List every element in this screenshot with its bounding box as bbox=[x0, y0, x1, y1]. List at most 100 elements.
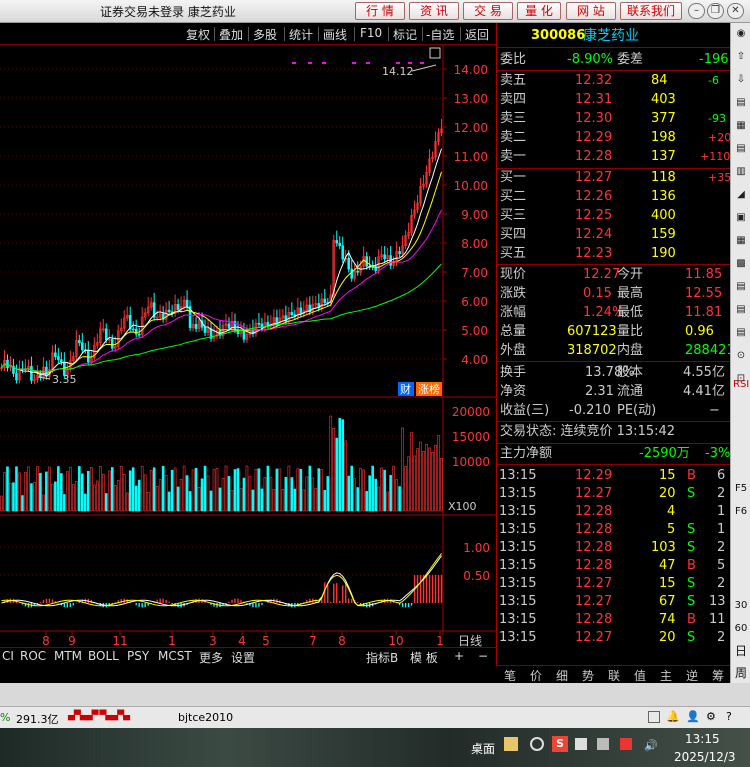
side-tool-icon[interactable]: ◉ bbox=[733, 26, 749, 42]
nav-quant[interactable]: 量 化 bbox=[517, 2, 561, 20]
folder-icon[interactable] bbox=[504, 737, 518, 751]
detail-tab[interactable]: 联 bbox=[608, 667, 620, 684]
nav-contact[interactable]: 联系我们 bbox=[620, 2, 682, 20]
template-button[interactable]: 模 板 bbox=[410, 649, 438, 666]
ind-tab-boll[interactable]: BOLL bbox=[88, 649, 119, 663]
side-tool-icon[interactable]: ▤ bbox=[733, 279, 749, 295]
side-period-button[interactable]: 60 bbox=[733, 621, 749, 637]
status-gear-icon[interactable]: ⚙ bbox=[706, 710, 716, 723]
detail-tab[interactable]: 值 bbox=[634, 667, 646, 684]
buy-volume: 159 bbox=[651, 227, 676, 242]
weicha-value: -196 bbox=[699, 52, 729, 67]
side-tool-icon[interactable]: ▤ bbox=[733, 302, 749, 318]
detail-tab[interactable]: 笔 bbox=[504, 667, 516, 684]
tray-icon[interactable] bbox=[575, 738, 587, 750]
sogou-icon[interactable]: S bbox=[552, 736, 568, 752]
tray-icon-2[interactable] bbox=[597, 738, 609, 750]
status-bell-icon[interactable]: 🔔 bbox=[666, 710, 680, 723]
stat-label: 流通 bbox=[617, 384, 644, 399]
ind-tab-mtm[interactable]: MTM bbox=[54, 649, 82, 663]
stat-value: 607123 bbox=[567, 324, 617, 339]
side-period-button[interactable]: F6 bbox=[733, 504, 749, 520]
tick-volume: 15 bbox=[659, 468, 676, 483]
tick-time: 13:15 bbox=[499, 486, 537, 501]
tool-stats[interactable]: 统计 bbox=[289, 26, 313, 43]
side-tool-icon[interactable]: ◢ bbox=[733, 187, 749, 203]
ind-tab-ci[interactable]: CI bbox=[2, 649, 14, 663]
minimize-icon[interactable]: – bbox=[688, 3, 705, 19]
sell-volume: 377 bbox=[651, 111, 676, 126]
status-box-icon[interactable] bbox=[648, 711, 660, 723]
side-tool-icon[interactable]: ▤ bbox=[733, 325, 749, 341]
tool-back[interactable]: 返回 bbox=[465, 26, 489, 43]
side-tool-icon[interactable]: ▥ bbox=[733, 164, 749, 180]
side-tool-icon[interactable]: ⇩ bbox=[733, 72, 749, 88]
tool-fuquan[interactable]: 复权 bbox=[186, 26, 210, 43]
nav-news[interactable]: 资 讯 bbox=[409, 2, 459, 20]
sell-price: 12.28 bbox=[575, 149, 613, 164]
tool-f10[interactable]: F10 bbox=[360, 26, 382, 40]
stock-code: 300086 bbox=[531, 28, 586, 43]
tool-overlay[interactable]: 叠加 bbox=[219, 26, 243, 43]
ind-tab-psy[interactable]: PSY bbox=[127, 649, 149, 663]
tray-icon-3[interactable] bbox=[620, 738, 632, 750]
side-period-button[interactable]: RSI bbox=[733, 377, 749, 393]
sell-price: 12.32 bbox=[575, 73, 613, 88]
restore-icon[interactable]: ❐ bbox=[707, 3, 724, 19]
stat-label: 涨跌 bbox=[500, 286, 527, 301]
side-period-button[interactable]: F5 bbox=[733, 481, 749, 497]
stat-label: 总量 bbox=[500, 324, 527, 339]
ind-tab-roc[interactable]: ROC bbox=[20, 649, 46, 663]
side-tool-icon[interactable]: ▩ bbox=[733, 256, 749, 272]
stat-value: 4.55亿 bbox=[683, 365, 725, 380]
detail-tab[interactable]: 筹 bbox=[712, 667, 724, 684]
detail-tab[interactable]: 主 bbox=[660, 667, 672, 684]
side-tool-icon[interactable]: ⇧ bbox=[733, 49, 749, 65]
buy-label: 买三 bbox=[500, 208, 527, 223]
indicator-bar: CI ROC MTM BOLL PSY MCST 更多 设置 指标B 模 板 +… bbox=[0, 647, 496, 665]
tick-price: 12.29 bbox=[575, 468, 613, 483]
side-tool-icon[interactable]: ▤ bbox=[733, 95, 749, 111]
side-tool-icon[interactable]: ⊙ bbox=[733, 348, 749, 364]
nav-market[interactable]: 行 情 bbox=[355, 2, 405, 20]
detail-tab[interactable]: 势 bbox=[582, 667, 594, 684]
status-pct: % bbox=[0, 711, 11, 724]
nav-trade[interactable]: 交 易 bbox=[463, 2, 513, 20]
ind-tab-more[interactable]: 更多 bbox=[199, 649, 223, 666]
zoom-in-button[interactable]: + bbox=[454, 649, 464, 663]
side-tool-icon[interactable]: ▤ bbox=[733, 141, 749, 157]
trade-state: 交易状态: 连续竞价 13:15:42 bbox=[500, 424, 676, 439]
zoom-out-button[interactable]: − bbox=[478, 649, 488, 663]
side-period-button[interactable]: 日 bbox=[733, 643, 749, 659]
side-tool-icon[interactable]: ▦ bbox=[733, 118, 749, 134]
side-period-button[interactable]: 周 bbox=[733, 665, 749, 681]
side-tool-icon[interactable]: ▦ bbox=[733, 233, 749, 249]
ind-tab-mcst[interactable]: MCST bbox=[158, 649, 192, 663]
tick-count: 1 bbox=[717, 504, 726, 519]
detail-tab[interactable]: 逆 bbox=[686, 667, 698, 684]
buy-price: 12.25 bbox=[575, 208, 613, 223]
detail-tab[interactable]: 价 bbox=[530, 667, 542, 684]
status-user-icon[interactable]: 👤 bbox=[686, 710, 700, 723]
tick-count: 6 bbox=[717, 468, 726, 483]
nav-website[interactable]: 网 站 bbox=[566, 2, 616, 20]
side-tool-icon[interactable]: ▣ bbox=[733, 210, 749, 226]
ind-tab-settings[interactable]: 设置 bbox=[231, 649, 255, 666]
sell-change: -6 bbox=[708, 74, 719, 87]
tool-mark[interactable]: 标记 bbox=[393, 26, 417, 43]
main-flow-pct: -3% bbox=[705, 446, 731, 461]
ind-b-button[interactable]: 指标B bbox=[366, 649, 398, 666]
tool-multi[interactable]: 多股 bbox=[253, 26, 277, 43]
main-flow-value: -2590万 bbox=[639, 446, 690, 461]
tick-time: 13:15 bbox=[499, 504, 537, 519]
weicha-label: 委差 bbox=[617, 52, 644, 67]
status-help-icon[interactable]: ? bbox=[726, 710, 732, 723]
side-period-button[interactable]: 30 bbox=[733, 598, 749, 614]
desktop-label[interactable]: 桌面 bbox=[471, 740, 495, 757]
close-icon[interactable]: ✕ bbox=[727, 3, 744, 19]
tool-watchlist[interactable]: -自选 bbox=[426, 26, 454, 43]
volume-icon[interactable]: 🔊 bbox=[644, 739, 658, 752]
network-icon[interactable] bbox=[530, 737, 544, 751]
detail-tab[interactable]: 细 bbox=[556, 667, 568, 684]
tool-draw[interactable]: 画线 bbox=[323, 26, 347, 43]
